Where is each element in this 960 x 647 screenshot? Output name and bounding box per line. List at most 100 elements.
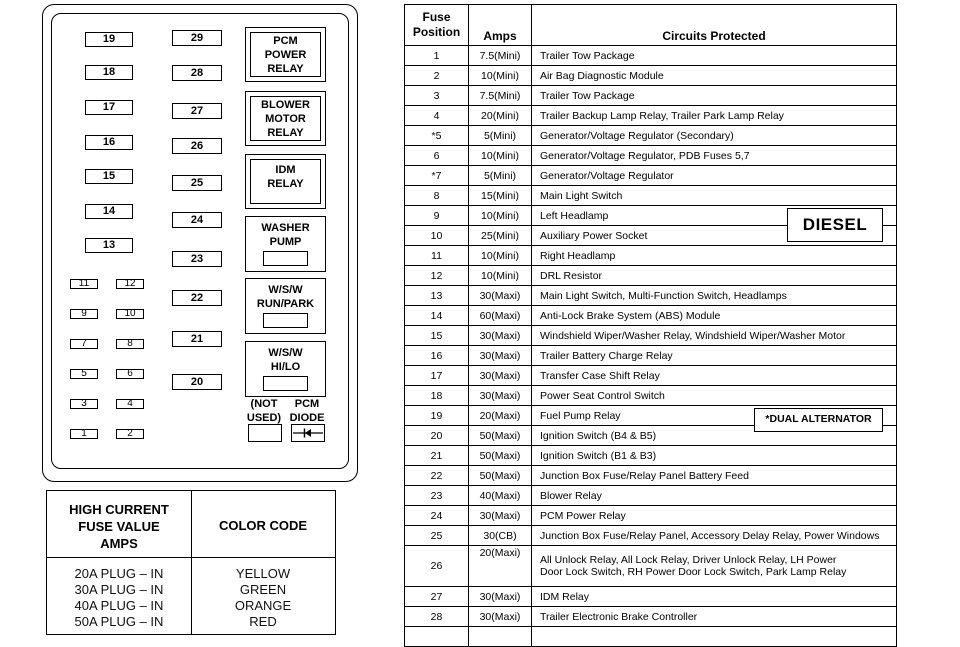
fuse-position-cell: 26 [404,545,469,587]
amps-cell: 50(Maxi) [468,445,532,466]
table-row: 4 20(Mini) Trailer Backup Lamp Relay, Trai… [404,105,897,126]
amps-cell: 5(Mini) [468,125,532,146]
fuse-slot[interactable]: 22 [172,290,222,306]
circuits-cell: Junction Box Fuse/Relay Panel, Accessory… [531,525,897,546]
fuse-slot[interactable]: 25 [172,175,222,191]
fuse-slot[interactable]: 19 [85,32,133,47]
fuse-value-cell: 20A PLUG – IN [74,566,164,581]
pcm-diode-label: PCM DIODE [289,398,325,424]
amps-cell: 30(Maxi) [468,385,532,406]
fuse-position-table: Fuse Position Amps Circuits Protected 17… [404,4,897,647]
table-row: 26 20(Maxi) All Unlock Relay, All Lock Rel… [404,545,897,587]
amps-cell: 10(Mini) [468,265,532,286]
mini-fuse-slot[interactable]: 7 [70,339,98,349]
fuse-position-cell: 16 [404,345,469,366]
fuse-slot[interactable]: 27 [172,103,222,119]
fuse-position-cell: 20 [404,425,469,446]
circuits-cell: DRL Resistor [531,265,897,286]
relay-slot[interactable]: W/S/W HI/LO [245,341,326,397]
fuse-slot[interactable]: 23 [172,251,222,267]
fuse-value-header: HIGH CURRENT FUSE VALUE AMPS [69,502,169,551]
table-row: 27 30(Maxi) IDM Relay [404,586,897,607]
mini-fuse-slot[interactable]: 12 [116,279,144,289]
circuits-cell: Air Bag Diagnostic Module [531,65,897,86]
mini-fuse-slot[interactable]: 5 [70,369,98,379]
circuits-cell: Trailer Backup Lamp Relay, Trailer Park … [531,105,897,126]
table-row: 1 7.5(Mini) Trailer Tow Package [404,45,897,66]
circuits-cell: Transfer Case Shift Relay [531,365,897,386]
fuse-position-cell: 3 [404,85,469,106]
circuits-cell: Generator/Voltage Regulator [531,165,897,186]
fuse-slot[interactable]: 14 [85,204,133,219]
relay-slot[interactable]: WASHER PUMP [245,216,326,272]
circuits-cell: Trailer Tow Package [531,85,897,106]
mini-fuse-slot[interactable]: 1 [70,429,98,439]
fuse-slot[interactable]: 18 [85,65,133,80]
amps-cell: 20(Maxi) [468,405,532,426]
relay-slot[interactable]: PCM POWER RELAY [245,27,326,82]
relay-slot[interactable]: IDM RELAY [245,154,326,209]
relay-slot[interactable]: BLOWER MOTOR RELAY [245,91,326,146]
relay-slot[interactable]: W/S/W RUN/PARK [245,278,326,334]
fuse-position-header: Fuse Position [404,4,469,46]
table-row: 24 30(Maxi) PCM Power Relay [404,505,897,526]
fuse-slot[interactable]: 28 [172,65,222,81]
amps-cell: 60(Maxi) [468,305,532,326]
fuse-slot[interactable]: 26 [172,138,222,154]
fuse-slot[interactable]: 20 [172,374,222,390]
fuse-position-cell: 17 [404,365,469,386]
mini-fuse-slot[interactable]: 8 [116,339,144,349]
mini-fuse-slot[interactable]: 9 [70,309,98,319]
relay-label: IDM RELAY [250,159,321,204]
fuse-position-cell: 14 [404,305,469,326]
fuse-slot[interactable]: 13 [85,238,133,253]
table-row: 21 50(Maxi) Ignition Switch (B1 & B3) [404,445,897,466]
fuse-slot[interactable]: 29 [172,30,222,46]
table-row: *7 5(Mini) Generator/Voltage Regulator [404,165,897,186]
mini-fuse-slot[interactable]: 10 [116,309,144,319]
fuse-slot[interactable]: 16 [85,135,133,150]
relay-label: W/S/W HI/LO [268,347,303,373]
circuits-cell: Main Light Switch [531,185,897,206]
amps-cell: 50(Maxi) [468,425,532,446]
fuse-position-cell: 21 [404,445,469,466]
fuse-slot[interactable]: 24 [172,212,222,228]
not-used-slot[interactable] [248,424,282,442]
circuits-cell: Windshield Wiper/Washer Relay, Windshiel… [531,325,897,346]
amps-cell: 30(Maxi) [468,606,532,627]
pcm-diode-slot[interactable] [291,424,325,442]
table-row: 15 30(Maxi) Windshield Wiper/Washer Relay,… [404,325,897,346]
table-row: 8 15(Mini) Main Light Switch [404,185,897,206]
relay-label: W/S/W RUN/PARK [256,284,315,310]
table-row: 22 50(Maxi) Junction Box Fuse/Relay Panel … [404,465,897,486]
table-divider [47,557,335,558]
color-code-cell: ORANGE [234,598,292,613]
circuits-cell: Trailer Electronic Brake Controller [531,606,897,627]
circuits-cell: Right Headlamp [531,245,897,266]
fuse-slot[interactable]: 17 [85,100,133,115]
mini-fuse-slot[interactable]: 2 [116,429,144,439]
fuse-position-cell: 13 [404,285,469,306]
circuits-cell: IDM Relay [531,586,897,607]
mini-fuse-slot[interactable]: 3 [70,399,98,409]
relay-plug-slot [263,313,308,328]
color-code-cell: YELLOW [235,566,291,581]
circuits-cell: Generator/Voltage Regulator (Secondary) [531,125,897,146]
table-row: 18 30(Maxi) Power Seat Control Switch [404,385,897,406]
fuse-slot[interactable]: 21 [172,331,222,347]
circuits-cell: All Unlock Relay, All Lock Relay, Driver… [531,545,897,587]
fuse-slot[interactable]: 15 [85,169,133,184]
fuse-position-cell: 6 [404,145,469,166]
table-row: 14 60(Maxi) Anti-Lock Brake System (ABS) M… [404,305,897,326]
relay-label: BLOWER MOTOR RELAY [250,96,321,141]
mini-fuse-slot[interactable]: 4 [116,399,144,409]
mini-fuse-slot[interactable]: 11 [70,279,98,289]
fuse-value-cell: 40A PLUG – IN [74,598,164,613]
circuits-cell: Trailer Tow Package [531,45,897,66]
mini-fuse-slot[interactable]: 6 [116,369,144,379]
table-row: 17 30(Maxi) Transfer Case Shift Relay [404,365,897,386]
table-row: 11 10(Mini) Right Headlamp [404,245,897,266]
amps-cell: 30(Maxi) [468,285,532,306]
fuse-position-cell: 23 [404,485,469,506]
circuits-cell: Main Light Switch, Multi-Function Switch… [531,285,897,306]
